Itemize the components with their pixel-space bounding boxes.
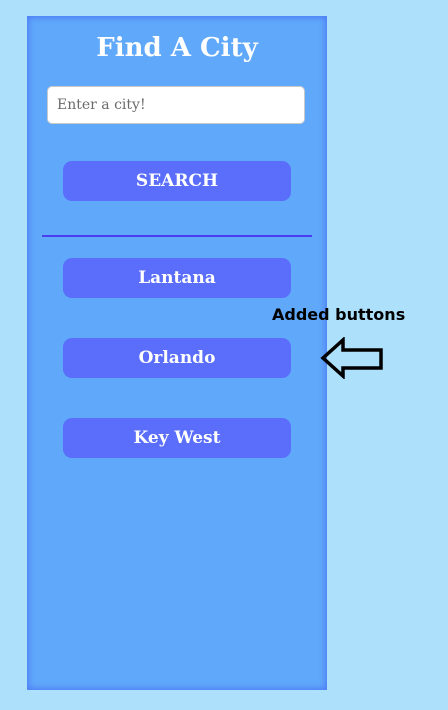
city-button-orlando[interactable]: Orlando — [63, 338, 291, 378]
city-search-input[interactable] — [47, 86, 305, 124]
city-button-key-west[interactable]: Key West — [63, 418, 291, 458]
page-title: Find A City — [96, 33, 258, 63]
annotation-label: Added buttons — [272, 305, 406, 324]
city-button-lantana[interactable]: Lantana — [63, 258, 291, 298]
divider — [42, 235, 312, 237]
left-arrow-icon — [320, 337, 383, 379]
city-search-panel: Find A City SEARCH Lantana Orlando Key W… — [27, 16, 327, 690]
search-button[interactable]: SEARCH — [63, 161, 291, 201]
